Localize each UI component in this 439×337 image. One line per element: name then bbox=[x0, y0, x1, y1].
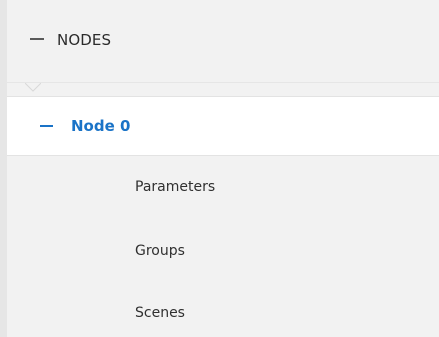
nodes-header[interactable]: NODES bbox=[7, 0, 439, 82]
panel-left-border bbox=[0, 0, 7, 337]
minus-icon[interactable] bbox=[30, 38, 44, 40]
tree-node-0[interactable]: Node 0 bbox=[7, 96, 439, 156]
tree-item-label: Parameters bbox=[135, 179, 216, 195]
tree-node-label: Node 0 bbox=[71, 117, 131, 135]
tree-item-label: Scenes bbox=[135, 305, 185, 321]
tree-item-parameters[interactable]: Parameters bbox=[7, 157, 439, 217]
tree-item-groups[interactable]: Groups bbox=[7, 217, 439, 277]
minus-icon[interactable] bbox=[40, 125, 53, 127]
nodes-header-label: NODES bbox=[57, 31, 112, 49]
tree-item-label: Groups bbox=[135, 243, 185, 259]
nodes-tree-panel: NODES Node 0 Parameters Groups Scenes bbox=[7, 0, 439, 337]
tree-item-scenes[interactable]: Scenes bbox=[7, 277, 439, 337]
header-divider bbox=[7, 82, 439, 83]
